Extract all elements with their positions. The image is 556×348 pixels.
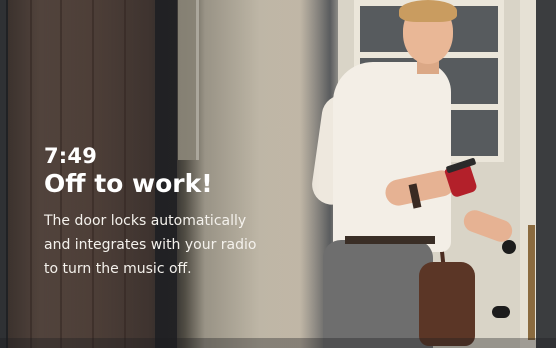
description-line: and integrates with your radio bbox=[44, 237, 257, 253]
hero-caption: 7:49 Off to work! The door locks automat… bbox=[44, 143, 304, 281]
description-line: The door locks automatically bbox=[44, 213, 247, 229]
hero-scene: 7:49 Off to work! The door locks automat… bbox=[0, 0, 556, 348]
bottom-border bbox=[0, 338, 556, 348]
left-border bbox=[0, 0, 6, 348]
headline: Off to work! bbox=[44, 169, 213, 198]
time-label: 7:49 bbox=[44, 144, 98, 168]
description: The door locks automatically and integra… bbox=[44, 209, 304, 281]
description-line: to turn the music off. bbox=[44, 261, 192, 277]
